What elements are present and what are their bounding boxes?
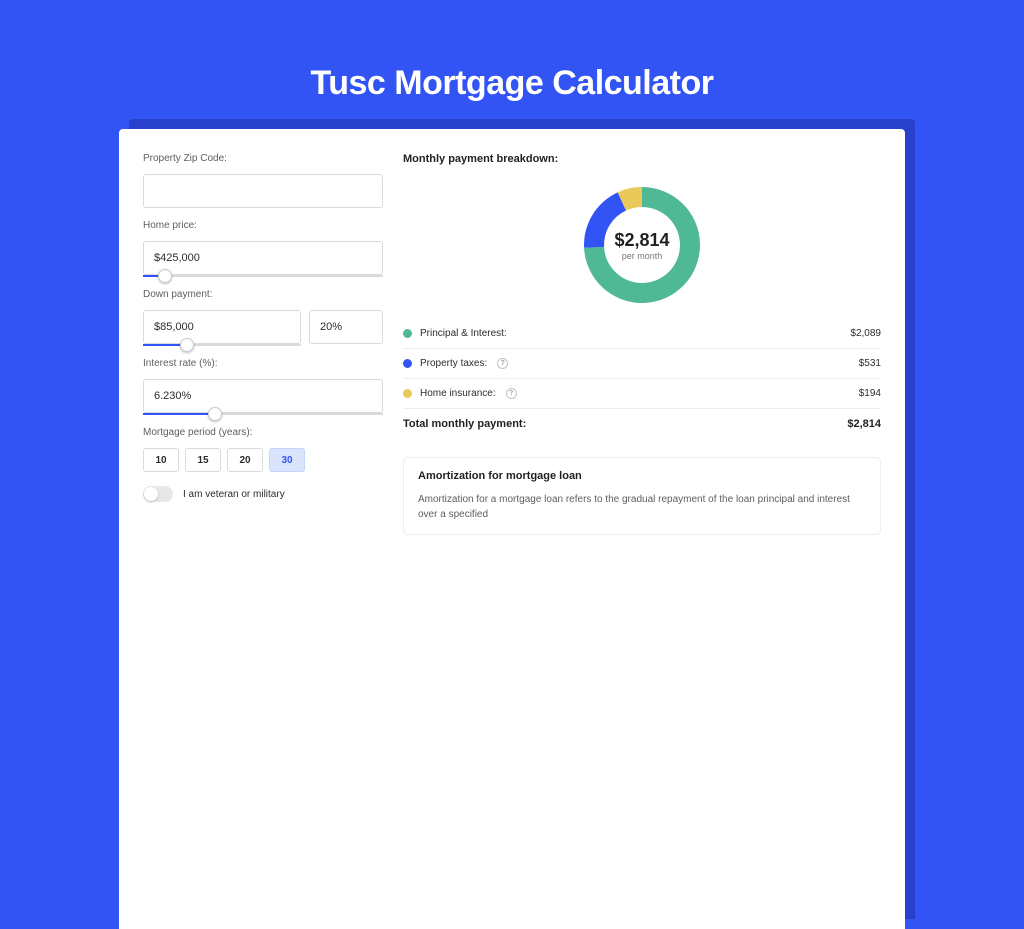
donut-center: $2,814 per month bbox=[582, 185, 702, 305]
donut-wrap: $2,814 per month bbox=[403, 169, 881, 319]
donut-sub: per month bbox=[622, 251, 663, 261]
legend-value: $194 bbox=[859, 388, 881, 399]
price-field-block: Home price: bbox=[143, 220, 383, 277]
legend-list: Principal & Interest: $2,089 Property taxe… bbox=[403, 319, 881, 408]
legend-label: Home insurance: bbox=[420, 388, 496, 399]
zip-label: Property Zip Code: bbox=[143, 153, 383, 164]
veteran-toggle[interactable] bbox=[143, 486, 173, 502]
down-slider[interactable] bbox=[143, 344, 301, 346]
legend-total-value: $2,814 bbox=[847, 418, 881, 430]
period-button-10[interactable]: 10 bbox=[143, 448, 179, 472]
form-column: Property Zip Code: Home price: Down paym… bbox=[143, 153, 383, 905]
legend-dot-icon bbox=[403, 329, 412, 338]
period-field-block: Mortgage period (years): 10152030 bbox=[143, 427, 383, 472]
donut-chart: $2,814 per month bbox=[582, 185, 702, 305]
rate-slider[interactable] bbox=[143, 413, 383, 415]
legend-label: Principal & Interest: bbox=[420, 328, 507, 339]
period-button-20[interactable]: 20 bbox=[227, 448, 263, 472]
price-slider[interactable] bbox=[143, 275, 383, 277]
period-button-row: 10152030 bbox=[143, 448, 383, 472]
legend-value: $531 bbox=[859, 358, 881, 369]
price-slider-thumb[interactable] bbox=[158, 269, 172, 283]
veteran-toggle-knob bbox=[144, 487, 158, 501]
period-label: Mortgage period (years): bbox=[143, 427, 383, 438]
amortization-text: Amortization for a mortgage loan refers … bbox=[418, 492, 866, 522]
breakdown-title: Monthly payment breakdown: bbox=[403, 153, 881, 165]
legend-row: Property taxes:? $531 bbox=[403, 349, 881, 378]
period-button-15[interactable]: 15 bbox=[185, 448, 221, 472]
legend-total-label: Total monthly payment: bbox=[403, 418, 526, 430]
legend-row: Principal & Interest: $2,089 bbox=[403, 319, 881, 348]
rate-label: Interest rate (%): bbox=[143, 358, 383, 369]
legend-total-row: Total monthly payment: $2,814 bbox=[403, 409, 881, 439]
donut-amount: $2,814 bbox=[614, 230, 669, 251]
down-amount-input[interactable] bbox=[143, 310, 301, 344]
info-icon[interactable]: ? bbox=[506, 388, 517, 399]
down-field-block: Down payment: bbox=[143, 289, 383, 346]
legend-dot-icon bbox=[403, 359, 412, 368]
zip-input[interactable] bbox=[143, 174, 383, 208]
amortization-card: Amortization for mortgage loan Amortizat… bbox=[403, 457, 881, 535]
rate-field-block: Interest rate (%): bbox=[143, 358, 383, 415]
rate-input[interactable] bbox=[143, 379, 383, 413]
down-percent-input[interactable] bbox=[309, 310, 383, 344]
calculator-card: Property Zip Code: Home price: Down paym… bbox=[119, 129, 905, 929]
zip-field-block: Property Zip Code: bbox=[143, 153, 383, 208]
legend-row: Home insurance:? $194 bbox=[403, 379, 881, 408]
results-column: Monthly payment breakdown: $2,814 per mo… bbox=[403, 153, 881, 905]
legend-value: $2,089 bbox=[850, 328, 881, 339]
rate-slider-thumb[interactable] bbox=[208, 407, 222, 421]
legend-dot-icon bbox=[403, 389, 412, 398]
down-slider-thumb[interactable] bbox=[180, 338, 194, 352]
amortization-title: Amortization for mortgage loan bbox=[418, 470, 866, 482]
down-label: Down payment: bbox=[143, 289, 383, 300]
period-button-30[interactable]: 30 bbox=[269, 448, 305, 472]
price-label: Home price: bbox=[143, 220, 383, 231]
info-icon[interactable]: ? bbox=[497, 358, 508, 369]
veteran-row: I am veteran or military bbox=[143, 486, 383, 502]
veteran-label: I am veteran or military bbox=[183, 489, 285, 500]
legend-label: Property taxes: bbox=[420, 358, 487, 369]
price-input[interactable] bbox=[143, 241, 383, 275]
page-title: Tusc Mortgage Calculator bbox=[0, 0, 1024, 129]
